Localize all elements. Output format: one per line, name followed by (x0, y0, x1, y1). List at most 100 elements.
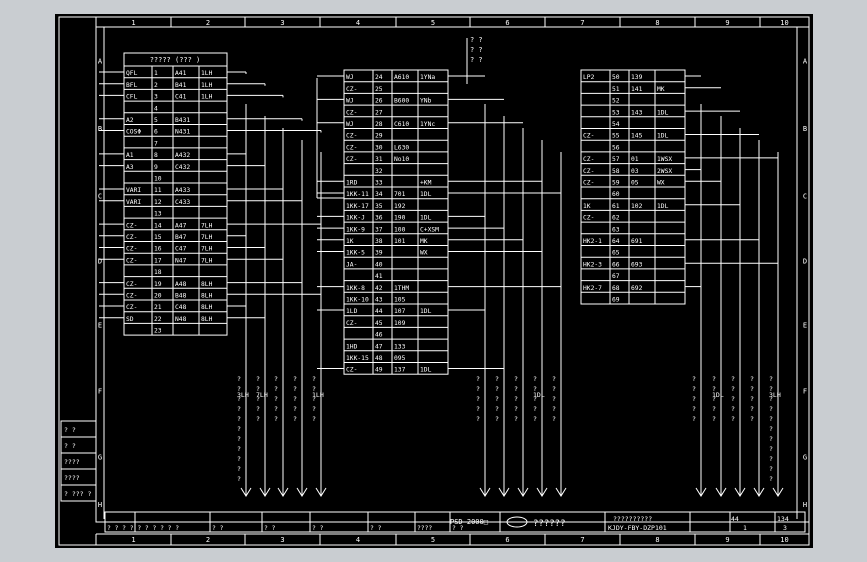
left-cell: N48 (175, 316, 187, 323)
bus-label: ? (237, 455, 241, 463)
title-block-cell: ? ? (370, 525, 382, 532)
middle-cell: MK (420, 238, 428, 245)
middle-cell: 107 (394, 308, 406, 315)
ground-arrow (296, 487, 308, 497)
zone-number-bottom: 9 (725, 536, 729, 544)
stamp-text: ???? (64, 458, 80, 466)
left-cell: 8LH (201, 304, 213, 311)
bus-label: ? (552, 395, 556, 403)
bus-label: ? (476, 415, 480, 423)
bus-label: ? (293, 395, 297, 403)
middle-cell: 28 (375, 121, 383, 128)
right-cell: 63 (612, 226, 620, 233)
middle-cell: JA- (346, 261, 357, 268)
right-cell: CZ- (583, 156, 594, 163)
zone-letter-left: B (98, 125, 102, 133)
right-cell: 69 (612, 297, 620, 304)
middle-cell: 109 (394, 320, 406, 327)
zone-number-top: 2 (206, 19, 210, 27)
zone-letter-right: D (803, 258, 807, 266)
middle-cell: 1KK-15 (346, 355, 369, 362)
bus-label: ? (514, 375, 518, 383)
middle-cell: 29 (375, 133, 383, 140)
zone-letter-right: B (803, 125, 807, 133)
middle-cell: 101 (394, 238, 406, 245)
bus-label: ? (731, 375, 735, 383)
left-cell: C47 (175, 246, 187, 253)
middle-cell: CZ- (346, 367, 357, 374)
middle-cell: CZ- (346, 133, 357, 140)
zone-letter-right: C (803, 193, 807, 201)
middle-cell: 1KK-11 (346, 191, 369, 198)
right-cell: 692 (631, 285, 643, 292)
middle-cell: 190 (394, 215, 406, 222)
bus-label: ? (692, 415, 696, 423)
drawing-title: ?????????? (613, 515, 652, 523)
ground-arrow (753, 487, 765, 497)
bus-label: ? (769, 375, 773, 383)
left-cell: CZ- (126, 293, 137, 300)
title-block-cell: ???? (417, 525, 432, 532)
left-cell: A48 (175, 281, 187, 288)
left-cell: 23 (154, 328, 162, 335)
right-cell: HK2-3 (583, 261, 602, 268)
bus-label: ? (692, 385, 696, 393)
left-cell: A1 (126, 152, 134, 159)
middle-cell: 192 (394, 203, 406, 210)
bus-label: ? (476, 395, 480, 403)
ground-arrow (277, 487, 289, 497)
ground-arrow (479, 487, 491, 497)
middle-cell: 1HD (346, 343, 358, 350)
drawing-sheet: 1 1 2 2 3 3 4 4 5 5 6 6 7 7 8 8 9 9 10 10 A A B B C C D D E E F F G G H H??… (55, 14, 813, 548)
middle-cell: 1THM (394, 285, 409, 292)
bus-label: ? (237, 445, 241, 453)
zone-number-bottom: 6 (505, 536, 509, 544)
bus-label: ? (495, 375, 499, 383)
top-mark: ? ? (470, 46, 483, 54)
middle-cell: 25 (375, 86, 383, 93)
bus-label: ? (769, 405, 773, 413)
right-cell: MK (657, 86, 665, 93)
bus-label: ? (712, 375, 716, 383)
right-cell: CZ- (583, 180, 594, 187)
left-cell: 8LH (201, 316, 213, 323)
left-cell: QFL (126, 70, 138, 77)
bus-label: ? (552, 405, 556, 413)
bus-label: ? (533, 375, 537, 383)
middle-cell: 38 (375, 238, 383, 245)
zone-number-top: 9 (725, 19, 729, 27)
left-cell: CZ- (126, 257, 137, 264)
middle-cell: 1KK-17 (346, 203, 369, 210)
middle-cell: WJ (346, 121, 354, 128)
middle-cell: 1YNa (420, 74, 435, 81)
left-cell: B47 (175, 234, 187, 241)
left-cell: CZ- (126, 246, 137, 253)
middle-cell: 1YNc (420, 121, 435, 128)
left-cell: B431 (175, 117, 190, 124)
right-cell: 143 (631, 109, 643, 116)
bus-label: ? (514, 395, 518, 403)
middle-cell: 33 (375, 180, 383, 187)
bus-label: ? (274, 405, 278, 413)
bus-label: ? (274, 415, 278, 423)
bus-label: ? (274, 375, 278, 383)
bus-label: ? (256, 415, 260, 423)
left-cell: CZ- (126, 304, 137, 311)
left-cell: 12 (154, 199, 162, 206)
ground-arrow (555, 487, 567, 497)
right-cell: 1DL (657, 109, 669, 116)
bus-label: ? (514, 385, 518, 393)
right-cell: 1DL (657, 203, 669, 210)
zone-number-bottom: 10 (780, 536, 788, 544)
left-cell: 7 (154, 140, 158, 147)
middle-cell: 34 (375, 191, 383, 198)
middle-cell: 1DL (420, 308, 432, 315)
stamp-text: ? ? (64, 426, 76, 434)
right-cell: 05 (631, 180, 639, 187)
left-cell: 8 (154, 152, 158, 159)
right-cell: 68 (612, 285, 620, 292)
bus-tag: 1DL (533, 391, 545, 399)
middle-cell: No10 (394, 156, 409, 163)
left-cell: CZ- (126, 234, 137, 241)
right-cell: 54 (612, 121, 620, 128)
